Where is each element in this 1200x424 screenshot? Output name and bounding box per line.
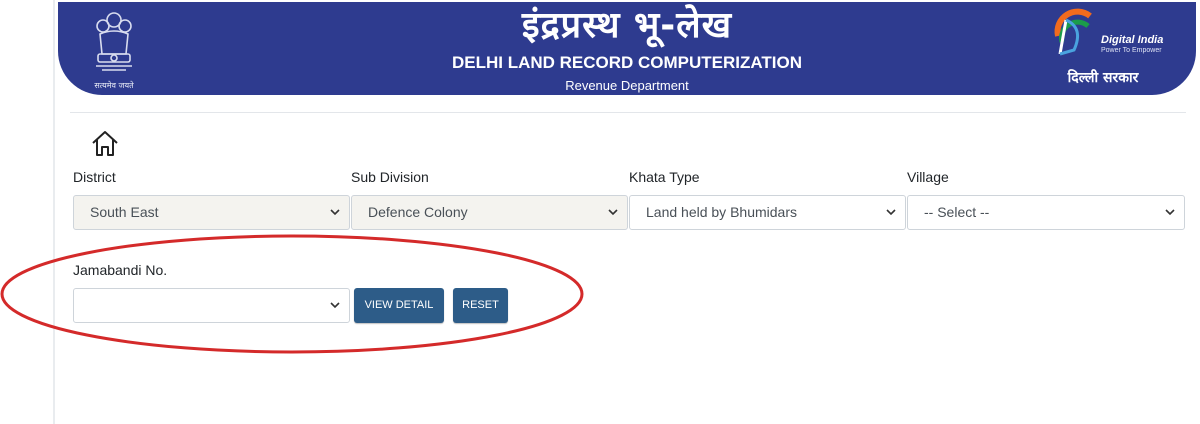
district-label: District [73, 169, 116, 185]
sub-division-label: Sub Division [351, 169, 429, 185]
home-icon[interactable] [90, 128, 120, 158]
jamabandi-label: Jamabandi No. [73, 262, 168, 278]
district-value: South East [90, 204, 159, 220]
department-subtitle: Revenue Department [565, 78, 689, 93]
chevron-down-icon [608, 209, 618, 216]
reset-button[interactable]: RESET [453, 288, 508, 323]
sub-division-select[interactable]: Defence Colony [351, 195, 628, 230]
jamabandi-select[interactable] [73, 288, 350, 323]
left-border [53, 0, 55, 424]
chevron-down-icon [1165, 209, 1175, 216]
view-detail-button[interactable]: VIEW DETAIL [354, 288, 444, 323]
header-divider [70, 112, 1186, 113]
site-header: सत्यमेव जयते इंद्रप्रस्थ भू-लेख DELHI LA… [58, 2, 1196, 95]
chevron-down-icon [886, 209, 896, 216]
page-title-hindi: इंद्रप्रस्थ भू-लेख [521, 5, 733, 46]
page-title: DELHI LAND RECORD COMPUTERIZATION [451, 53, 803, 72]
sub-division-value: Defence Colony [368, 204, 468, 220]
digital-india-text: Digital India [1101, 34, 1164, 46]
village-value: -- Select -- [924, 204, 990, 220]
khata-type-value: Land held by Bhumidars [646, 204, 797, 220]
chevron-down-icon [330, 302, 340, 309]
digital-india-tagline: Power To Empower [1101, 47, 1162, 54]
delhi-sarkar-label: दिल्ली सरकार [1067, 70, 1139, 86]
khata-type-label: Khata Type [629, 169, 700, 185]
village-select[interactable]: -- Select -- [907, 195, 1185, 230]
district-select[interactable]: South East [73, 195, 350, 230]
khata-type-select[interactable]: Land held by Bhumidars [629, 195, 906, 230]
chevron-down-icon [330, 209, 340, 216]
village-label: Village [907, 169, 949, 185]
